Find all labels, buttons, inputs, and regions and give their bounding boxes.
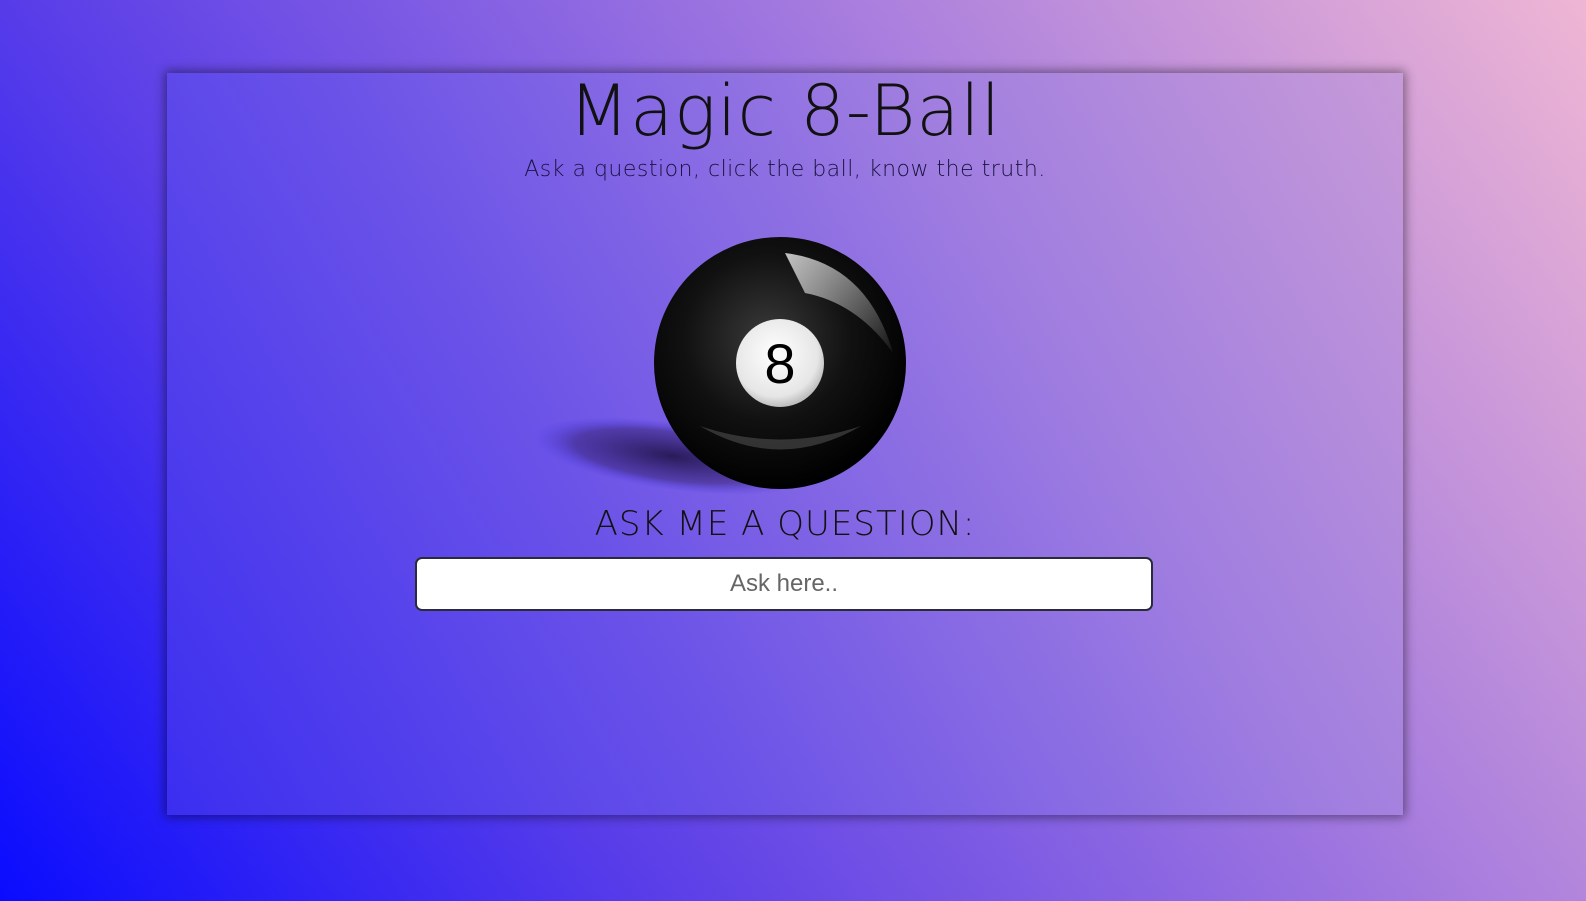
eight-ball-icon: 8 <box>537 237 906 495</box>
page-title: Magic 8-Ball <box>568 70 1002 152</box>
question-input[interactable] <box>415 557 1153 611</box>
main-card: Magic 8-Ball Ask a question, click the b… <box>167 73 1403 815</box>
page-subtitle: Ask a question, click the ball, know the… <box>524 157 1046 182</box>
magic-8-ball-button[interactable]: 8 <box>537 223 917 503</box>
question-label: ASK ME A QUESTION: <box>594 504 976 544</box>
ball-number: 8 <box>764 332 795 395</box>
